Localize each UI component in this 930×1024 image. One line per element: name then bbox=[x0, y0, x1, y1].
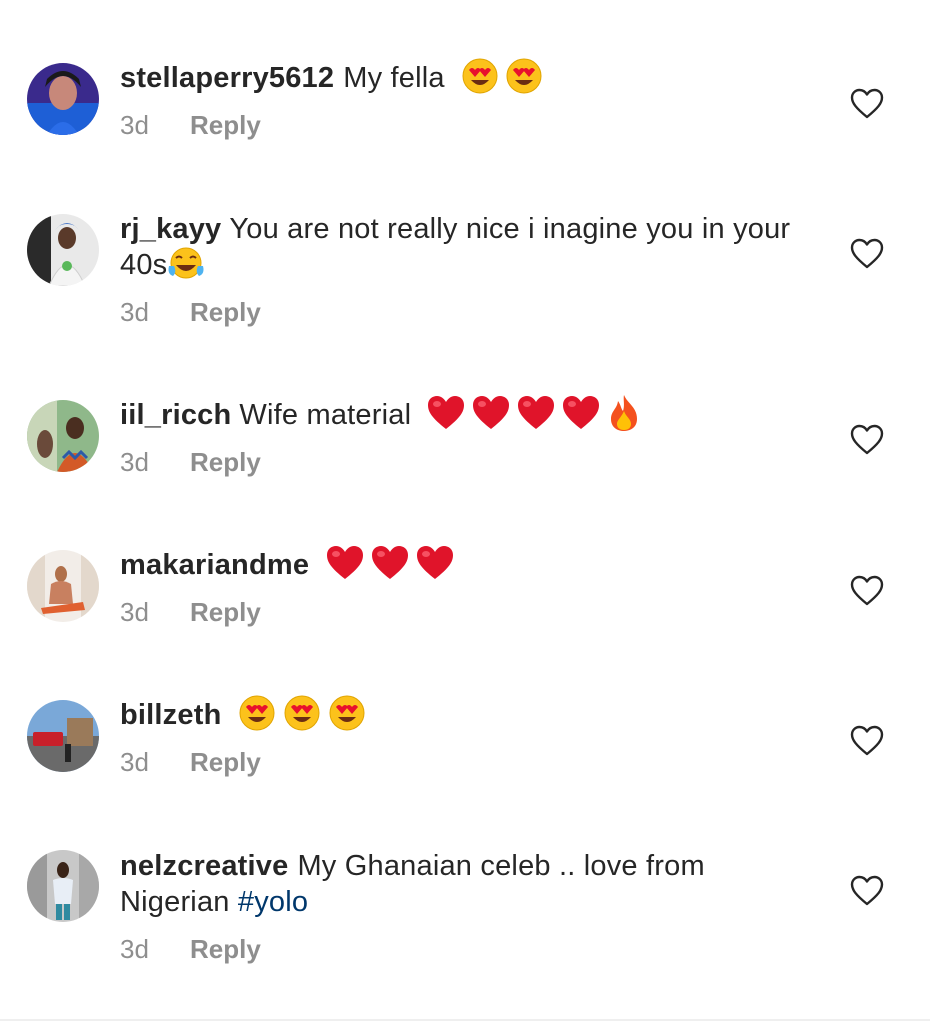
red-heart-emoji-icon bbox=[426, 394, 466, 432]
reply-button[interactable]: Reply bbox=[190, 747, 261, 777]
reply-button[interactable]: Reply bbox=[190, 597, 261, 627]
reply-button[interactable]: Reply bbox=[190, 297, 261, 327]
comment-message: Wife material bbox=[239, 399, 412, 431]
fire-emoji-icon bbox=[607, 393, 641, 433]
like-heart-icon[interactable] bbox=[850, 575, 884, 607]
comment-text: nelzcreative My Ghanaian celeb .. love fr… bbox=[120, 848, 800, 920]
red-heart-emoji-icon bbox=[561, 394, 601, 432]
reply-button[interactable]: Reply bbox=[190, 447, 261, 477]
red-heart-emoji-icon bbox=[370, 544, 410, 582]
avatar[interactable] bbox=[27, 400, 99, 472]
comment-timestamp: 3d bbox=[120, 934, 149, 964]
avatar[interactable] bbox=[27, 700, 99, 772]
comment-username[interactable]: makariandme bbox=[120, 549, 309, 581]
like-heart-icon[interactable] bbox=[850, 424, 884, 456]
comment-meta: 3d Reply bbox=[120, 747, 800, 777]
comment-message: My fella bbox=[343, 62, 445, 94]
comment-meta: 3d Reply bbox=[120, 297, 800, 327]
comment-timestamp: 3d bbox=[120, 747, 149, 777]
comment-username[interactable]: rj_kayy bbox=[120, 213, 221, 245]
comment-username[interactable]: iil_ricch bbox=[120, 399, 231, 431]
like-heart-icon[interactable] bbox=[850, 88, 884, 120]
heart-eyes-emoji-icon bbox=[328, 694, 366, 732]
red-heart-emoji-icon bbox=[516, 394, 556, 432]
like-heart-icon[interactable] bbox=[850, 238, 884, 270]
reply-button[interactable]: Reply bbox=[190, 934, 261, 964]
heart-eyes-emoji-icon bbox=[505, 57, 543, 95]
reply-button[interactable]: Reply bbox=[190, 110, 261, 140]
heart-eyes-emoji-icon bbox=[283, 694, 321, 732]
comment-meta: 3d Reply bbox=[120, 934, 800, 964]
red-heart-emoji-icon bbox=[471, 394, 511, 432]
comment-timestamp: 3d bbox=[120, 447, 149, 478]
hashtag-link[interactable]: #yolo bbox=[238, 886, 308, 918]
avatar[interactable] bbox=[27, 214, 99, 286]
comment-text: billzeth bbox=[120, 694, 800, 733]
comment-meta: 3d Reply bbox=[120, 110, 800, 140]
comment-username[interactable]: nelzcreative bbox=[120, 850, 288, 882]
divider bbox=[0, 1019, 930, 1021]
comment-username[interactable]: stellaperry5612 bbox=[120, 62, 334, 94]
comment-text: stellaperry5612 My fella bbox=[120, 57, 800, 96]
red-heart-emoji-icon bbox=[325, 544, 365, 582]
comment-timestamp: 3d bbox=[120, 297, 149, 327]
tears-of-joy-emoji-icon bbox=[167, 244, 205, 282]
heart-eyes-emoji-icon bbox=[461, 57, 499, 95]
comment-text: iil_ricch Wife material bbox=[120, 394, 800, 433]
like-heart-icon[interactable] bbox=[850, 725, 884, 757]
like-heart-icon[interactable] bbox=[850, 875, 884, 907]
comment-timestamp: 3d bbox=[120, 110, 149, 140]
comment-timestamp: 3d bbox=[120, 597, 149, 627]
comment-text: rj_kayy You are not really nice i inagine… bbox=[120, 211, 800, 283]
comment-username[interactable]: billzeth bbox=[120, 699, 222, 731]
comment-text: makariandme bbox=[120, 544, 800, 583]
heart-eyes-emoji-icon bbox=[238, 694, 276, 732]
comment-meta: 3d Reply bbox=[120, 447, 800, 477]
avatar[interactable] bbox=[27, 63, 99, 135]
avatar[interactable] bbox=[27, 550, 99, 622]
avatar[interactable] bbox=[27, 850, 99, 922]
red-heart-emoji-icon bbox=[415, 544, 455, 582]
comment-meta: 3d Reply bbox=[120, 597, 800, 627]
